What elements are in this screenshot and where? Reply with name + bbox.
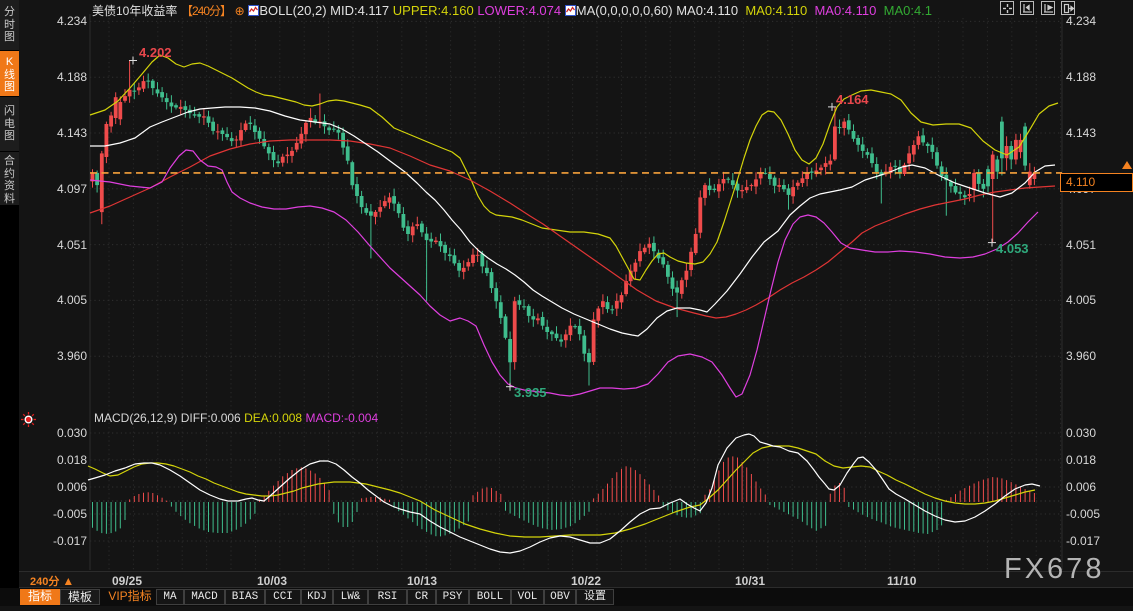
- svg-text:4.164: 4.164: [836, 92, 869, 107]
- svg-text:4.053: 4.053: [996, 241, 1029, 256]
- svg-text:4.202: 4.202: [139, 45, 172, 60]
- svg-text:3.935: 3.935: [514, 385, 547, 400]
